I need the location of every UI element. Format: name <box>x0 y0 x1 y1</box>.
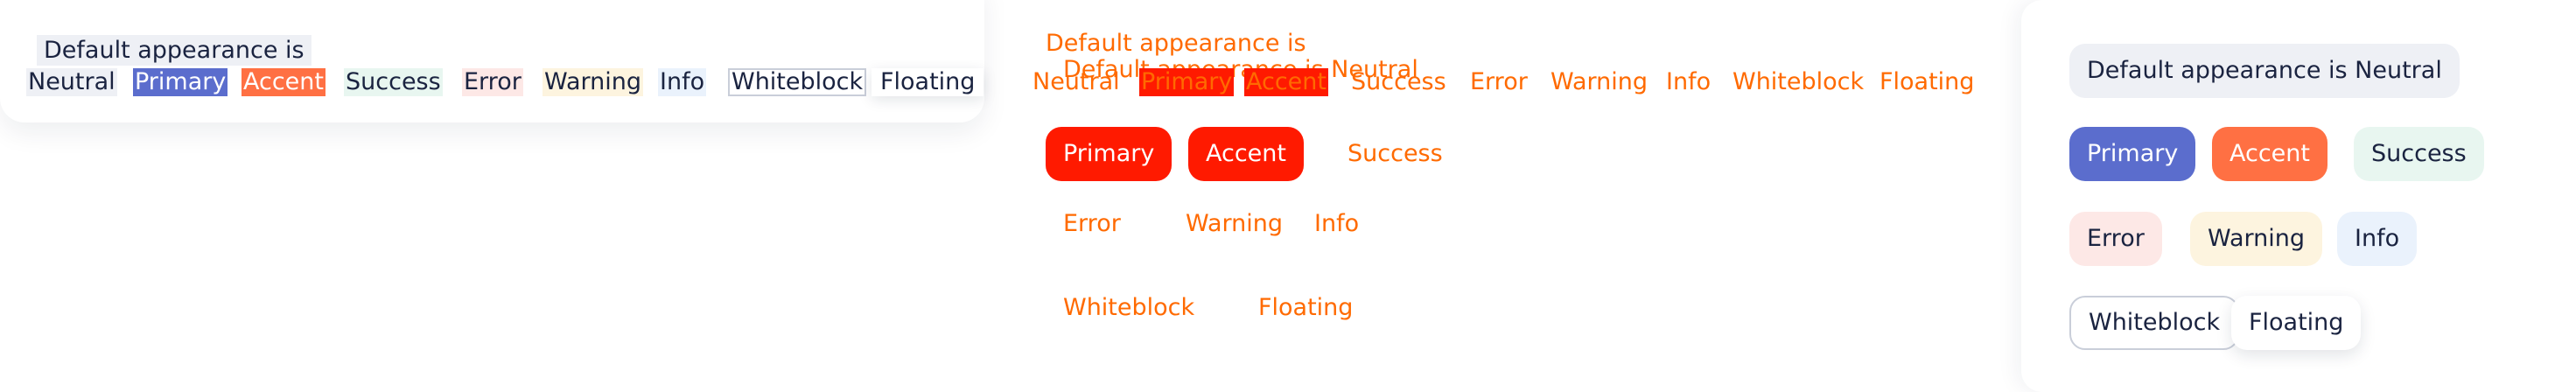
row-badge-primary[interactable]: Primary <box>1139 68 1235 96</box>
badge-floating[interactable]: Floating <box>872 68 984 96</box>
button-warning[interactable]: Warning <box>1186 212 1283 235</box>
chip-accent[interactable]: Accent <box>2212 127 2328 181</box>
button-whiteblock[interactable]: Whiteblock <box>1063 296 1194 319</box>
row-badge-info[interactable]: Info <box>1666 68 1711 96</box>
panel-styled: Default appearance is Neutral Primary Ac… <box>2021 0 2576 392</box>
badge-neutral[interactable]: Neutral <box>26 68 117 96</box>
neutral-title-chip[interactable]: Default appearance is Neutral <box>2069 44 2460 98</box>
panel-overlap-title: Default appearance is <box>1046 30 1306 57</box>
button-success[interactable]: Success <box>1330 127 1460 181</box>
button-info[interactable]: Info <box>1314 212 1359 235</box>
badge-success[interactable]: Success <box>344 68 443 96</box>
badge-accent[interactable]: Accent <box>242 68 326 96</box>
panel-raw: Default appearance is Neutral Primary Ac… <box>0 0 989 392</box>
chip-error[interactable]: Error <box>2069 212 2162 266</box>
chip-success[interactable]: Success <box>2354 127 2484 181</box>
badge-info[interactable]: Info <box>658 68 707 96</box>
chip-info[interactable]: Info <box>2337 212 2418 266</box>
badge-primary[interactable]: Primary <box>133 68 228 96</box>
button-primary[interactable]: Primary <box>1046 127 1172 181</box>
chip-floating[interactable]: Floating <box>2231 296 2362 350</box>
badge-error[interactable]: Error <box>462 68 523 96</box>
row-badge-whiteblock[interactable]: Whiteblock <box>1732 68 1864 96</box>
row-badge-error[interactable]: Error <box>1470 68 1528 96</box>
button-error[interactable]: Error <box>1063 212 1121 235</box>
row-badge-success[interactable]: Success <box>1351 68 1446 96</box>
row-badge-neutral[interactable]: Neutral <box>1032 68 1120 96</box>
panel-raw-title: Default appearance is <box>37 35 312 66</box>
row-badge-warning[interactable]: Warning <box>1550 68 1648 96</box>
row-badge-floating[interactable]: Floating <box>1880 68 1974 96</box>
button-floating[interactable]: Floating <box>1258 296 1353 319</box>
badge-whiteblock[interactable]: Whiteblock <box>728 68 867 96</box>
chip-primary[interactable]: Primary <box>2069 127 2196 181</box>
panel-overlap: Default appearance is Default appearance… <box>989 0 2021 392</box>
chip-whiteblock[interactable]: Whiteblock <box>2069 296 2240 350</box>
row-badge-accent[interactable]: Accent <box>1244 68 1328 96</box>
button-accent[interactable]: Accent <box>1188 127 1304 181</box>
chip-warning[interactable]: Warning <box>2190 212 2323 266</box>
badge-warning[interactable]: Warning <box>542 68 644 96</box>
